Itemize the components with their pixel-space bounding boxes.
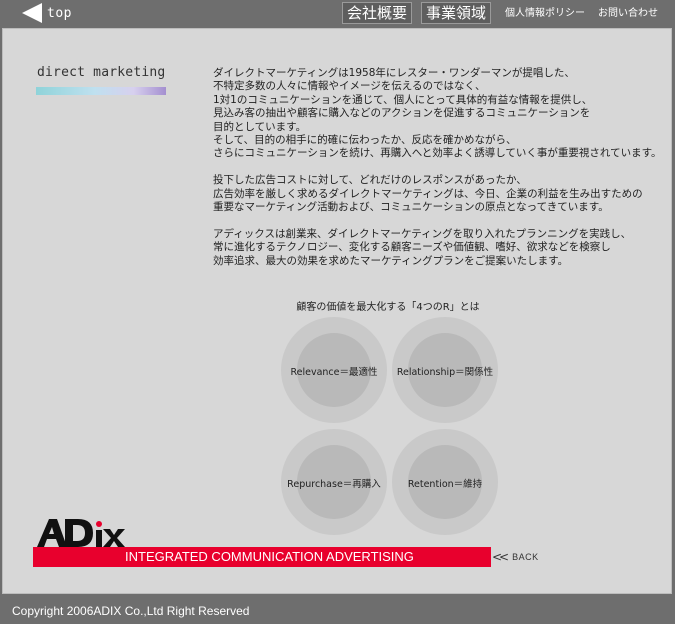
- circle-label: Relationship＝関係性: [396, 367, 494, 378]
- left-arrow-icon: [22, 3, 42, 23]
- paragraph-adix: アディックスは創業来、ダイレクトマーケティングを取り入れたプランニングを実践し、…: [213, 227, 632, 267]
- section-title: direct marketing: [37, 65, 166, 80]
- paragraph-efficiency: 投下した広告コストに対して、どれだけのレスポンスがあったか、 広告効率を厳しく求…: [213, 174, 643, 214]
- nav-privacy-policy[interactable]: 個人情報ポリシー: [505, 7, 585, 21]
- paragraph-intro: ダイレクトマーケティングは1958年にレスター・ワンダーマンが提唱した、 不特定…: [213, 67, 662, 160]
- nav-business-areas[interactable]: 事業領域: [421, 2, 492, 24]
- nav-company-overview[interactable]: 会社概要: [342, 2, 413, 24]
- body-text: ダイレクトマーケティングは1958年にレスター・ワンダーマンが提唱した、 不特定…: [213, 67, 673, 281]
- top-link-label: top: [47, 5, 72, 21]
- brand-tagline: INTEGRATED COMMUNICATION ADVERTISING: [125, 549, 414, 564]
- adix-logo: [37, 519, 125, 547]
- content-panel: direct marketing ダイレクトマーケティングは1958年にレスター…: [2, 28, 672, 594]
- top-link[interactable]: top: [22, 3, 72, 23]
- circle-relationship: Relationship＝関係性: [392, 317, 498, 423]
- title-gradient-bar: [36, 87, 166, 95]
- circle-label: Retention＝維持: [407, 479, 483, 490]
- top-nav-bar: top 会社概要 事業領域 個人情報ポリシー お問い合わせ: [0, 0, 675, 28]
- brand-tagline-strip: INTEGRATED COMMUNICATION ADVERTISING: [33, 547, 491, 567]
- back-label: BACK: [512, 552, 539, 562]
- copyright-text: Copyright 2006ADIX Co.,Ltd Right Reserve…: [12, 604, 250, 618]
- back-button[interactable]: << BACK: [492, 550, 539, 564]
- nav-contact[interactable]: お問い合わせ: [598, 7, 658, 21]
- circle-retention: Retention＝維持: [392, 429, 498, 535]
- four-r-heading: 顧客の価値を最大化する「4つのR」とは: [296, 302, 480, 313]
- double-chevron-left-icon: <<: [492, 550, 509, 564]
